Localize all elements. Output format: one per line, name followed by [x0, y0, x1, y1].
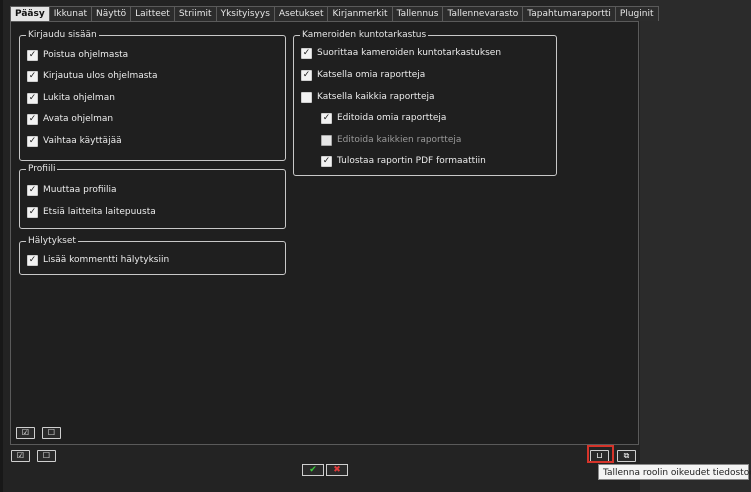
- checkbox-row[interactable]: ✓ Etsiä laitteita laitepuusta: [27, 205, 156, 219]
- checkbox-label: Muuttaa profiilia: [43, 185, 117, 195]
- ok-button[interactable]: ✔: [302, 464, 324, 476]
- checkbox-row: ✓ Editoida kaikkien raportteja: [321, 133, 461, 147]
- group-profile-title: Profiili: [26, 163, 58, 175]
- tab-paasy[interactable]: Pääsy: [10, 6, 50, 22]
- checkmark-icon: ✔: [309, 464, 317, 475]
- group-alarms: Hälytykset ✓ Lisää kommentti hälytyksiin: [19, 235, 286, 275]
- right-background-area: [640, 0, 751, 492]
- checkbox-row[interactable]: ✓ Lukita ohjelman: [27, 91, 115, 105]
- tab-kirjanmerkit[interactable]: Kirjanmerkit: [327, 6, 393, 21]
- checkbox-label: Etsiä laitteita laitepuusta: [43, 207, 156, 217]
- checkbox-label: Editoida kaikkien raportteja: [337, 135, 462, 145]
- permissions-panel: Kirjaudu sisään ✓ Poistua ohjelmasta ✓ K…: [10, 21, 639, 445]
- group-profile: Profiili ✓ Muuttaa profiilia ✓ Etsiä lai…: [19, 163, 286, 229]
- cancel-button[interactable]: ✖: [326, 464, 348, 476]
- checkbox-label: Poistua ohjelmasta: [43, 50, 129, 60]
- checkbox: ✓: [321, 134, 332, 146]
- checkbox[interactable]: ✓: [301, 91, 312, 103]
- checkbox[interactable]: ✓: [27, 49, 38, 61]
- checkbox-label: Kirjautua ulos ohjelmasta: [43, 71, 158, 81]
- group-login-title: Kirjaudu sisään: [26, 29, 99, 41]
- tab-pluginit[interactable]: Pluginit: [614, 6, 659, 21]
- checkbox[interactable]: ✓: [27, 92, 38, 104]
- open-file-icon: ⧉: [623, 451, 630, 460]
- checkbox-row[interactable]: ✓ Vaihtaa käyttäjää: [27, 134, 122, 148]
- checkbox-row[interactable]: ✓ Tulostaa raportin PDF formaattiin: [321, 154, 486, 168]
- check-all-icon: ☑: [21, 428, 30, 437]
- tab-naytto[interactable]: Näyttö: [91, 6, 132, 21]
- select-all-button[interactable]: ☑: [11, 450, 30, 462]
- uncheck-all-icon: ☐: [47, 428, 56, 437]
- checkbox-row[interactable]: ✓ Muuttaa profiilia: [27, 183, 117, 197]
- checkbox-row[interactable]: ✓ Poistua ohjelmasta: [27, 48, 128, 62]
- group-camera-check: Kameroiden kuntotarkastus ✓ Suorittaa ka…: [293, 29, 557, 176]
- save-button-highlight: [587, 445, 614, 463]
- checkbox[interactable]: ✓: [27, 206, 38, 218]
- checkbox-label: Lukita ohjelman: [43, 93, 115, 103]
- checkbox[interactable]: ✓: [27, 135, 38, 147]
- checkbox[interactable]: ✓: [321, 155, 332, 167]
- tab-tallennevarasto[interactable]: Tallennevarasto: [442, 6, 524, 21]
- save-tooltip: Tallenna roolin oikeudet tiedostoon: [598, 464, 751, 480]
- load-role-permissions-button[interactable]: ⧉: [617, 450, 636, 462]
- checkbox-row[interactable]: ✓ Suorittaa kameroiden kuntotarkastuksen: [301, 46, 501, 60]
- checkbox[interactable]: ✓: [301, 47, 312, 59]
- tab-bar: Pääsy Ikkunat Näyttö Laitteet Striimit Y…: [10, 6, 659, 22]
- close-icon: ✖: [333, 464, 341, 475]
- tab-tapahtumaraportti[interactable]: Tapahtumaraportti: [522, 6, 616, 21]
- checkbox[interactable]: ✓: [27, 184, 38, 196]
- checkbox-label: Suorittaa kameroiden kuntotarkastuksen: [317, 48, 502, 58]
- checkbox-label: Katsella omia raportteja: [317, 70, 426, 80]
- panel-select-all-button[interactable]: ☑: [16, 427, 35, 439]
- checkbox[interactable]: ✓: [27, 113, 38, 125]
- checkbox-label: Lisää kommentti hälytyksiin: [43, 255, 170, 265]
- tab-asetukset[interactable]: Asetukset: [273, 6, 329, 21]
- tab-striimit[interactable]: Striimit: [173, 6, 217, 21]
- checkbox-row[interactable]: ✓ Katsella kaikkia raportteja: [301, 90, 435, 104]
- checkbox-row[interactable]: ✓ Kirjautua ulos ohjelmasta: [27, 69, 157, 83]
- checkbox-row[interactable]: ✓ Katsella omia raportteja: [301, 68, 425, 82]
- panel-deselect-all-button[interactable]: ☐: [42, 427, 61, 439]
- check-all-icon: ☑: [16, 451, 25, 460]
- checkbox[interactable]: ✓: [27, 70, 38, 82]
- checkbox[interactable]: ✓: [301, 69, 312, 81]
- checkbox-label: Vaihtaa käyttäjää: [43, 136, 122, 146]
- tab-tallennus[interactable]: Tallennus: [391, 6, 444, 21]
- checkbox-row[interactable]: ✓ Lisää kommentti hälytyksiin: [27, 253, 169, 267]
- checkbox[interactable]: ✓: [27, 254, 38, 266]
- checkbox-label: Tulostaa raportin PDF formaattiin: [337, 156, 486, 166]
- group-alarms-title: Hälytykset: [26, 235, 78, 247]
- tab-ikkunat[interactable]: Ikkunat: [48, 6, 92, 21]
- window-left-edge: [0, 0, 3, 492]
- checkbox-label: Avata ohjelman: [43, 114, 114, 124]
- checkbox-label: Editoida omia raportteja: [337, 113, 447, 123]
- uncheck-all-icon: ☐: [42, 451, 51, 460]
- group-login: Kirjaudu sisään ✓ Poistua ohjelmasta ✓ K…: [19, 29, 286, 161]
- deselect-all-button[interactable]: ☐: [37, 450, 56, 462]
- tab-yksityisyys[interactable]: Yksityisyys: [215, 6, 275, 21]
- tab-laitteet[interactable]: Laitteet: [130, 6, 175, 21]
- group-camera-check-title: Kameroiden kuntotarkastus: [300, 29, 429, 41]
- checkbox[interactable]: ✓: [321, 112, 332, 124]
- checkbox-row[interactable]: ✓ Editoida omia raportteja: [321, 111, 446, 125]
- checkbox-label: Katsella kaikkia raportteja: [317, 92, 435, 102]
- checkbox-row[interactable]: ✓ Avata ohjelman: [27, 112, 113, 126]
